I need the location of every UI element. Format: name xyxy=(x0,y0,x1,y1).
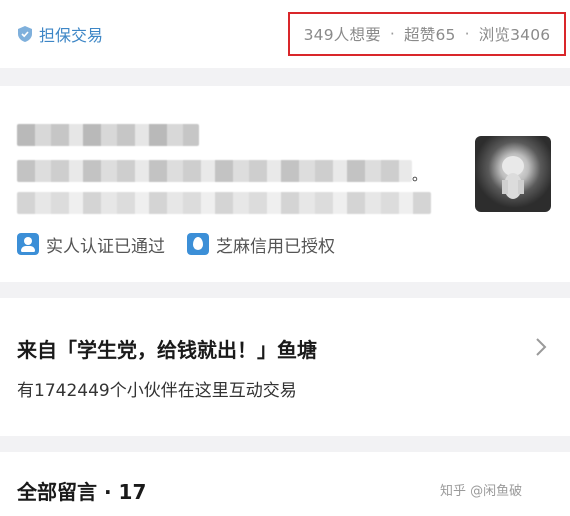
pond-card[interactable]: 来自「学生党，给钱就出！」鱼塘 有1742449个小伙伴在这里互动交易 xyxy=(0,298,570,436)
pond-member-count: 有1742449个小伙伴在这里互动交易 xyxy=(17,381,297,401)
like-count: 超赞65 xyxy=(404,26,456,44)
guarantee-trade-link[interactable]: 担保交易 xyxy=(17,22,103,46)
sesame-credit-label: 芝麻信用已授权 xyxy=(216,236,335,257)
stats-separator: · xyxy=(389,25,396,43)
blurred-seller-name xyxy=(17,124,199,146)
want-count: 349人想要 xyxy=(303,26,381,44)
verification-badges: 实人认证已通过 芝麻信用已授权 xyxy=(17,232,357,257)
stats-separator: · xyxy=(464,25,470,43)
view-count: 浏览3406 xyxy=(478,26,551,44)
item-stats: 349人想要 · 超赞65 · 浏览3406 xyxy=(288,12,566,56)
pond-title: 来自「学生党，给钱就出！」鱼塘 xyxy=(17,338,317,362)
guarantee-label: 担保交易 xyxy=(39,26,104,45)
person-verify-icon xyxy=(17,233,39,255)
avatar-figure-icon xyxy=(502,156,524,199)
chevron-right-icon[interactable] xyxy=(534,336,548,358)
comments-title: 全部留言 · 17 xyxy=(17,480,147,504)
seller-card[interactable]: 。 实人认证已通过 芝麻信用已授权 xyxy=(0,86,570,282)
comments-section: 全部留言 · 17 知乎 @闲鱼破 xyxy=(0,452,570,516)
watermark: 知乎 @闲鱼破 xyxy=(440,484,523,499)
real-name-badge[interactable]: 实人认证已通过 xyxy=(17,232,165,257)
trailing-punctuation: 。 xyxy=(412,166,428,184)
sesame-credit-icon xyxy=(187,233,209,255)
real-name-label: 实人认证已通过 xyxy=(46,236,165,257)
sesame-credit-badge[interactable]: 芝麻信用已授权 xyxy=(187,232,335,257)
blurred-seller-info xyxy=(17,160,412,182)
top-bar: 担保交易 349人想要 · 超赞65 · 浏览3406 xyxy=(0,0,570,68)
blurred-seller-info xyxy=(17,192,431,214)
shield-icon xyxy=(18,26,32,42)
seller-avatar[interactable] xyxy=(475,136,551,212)
